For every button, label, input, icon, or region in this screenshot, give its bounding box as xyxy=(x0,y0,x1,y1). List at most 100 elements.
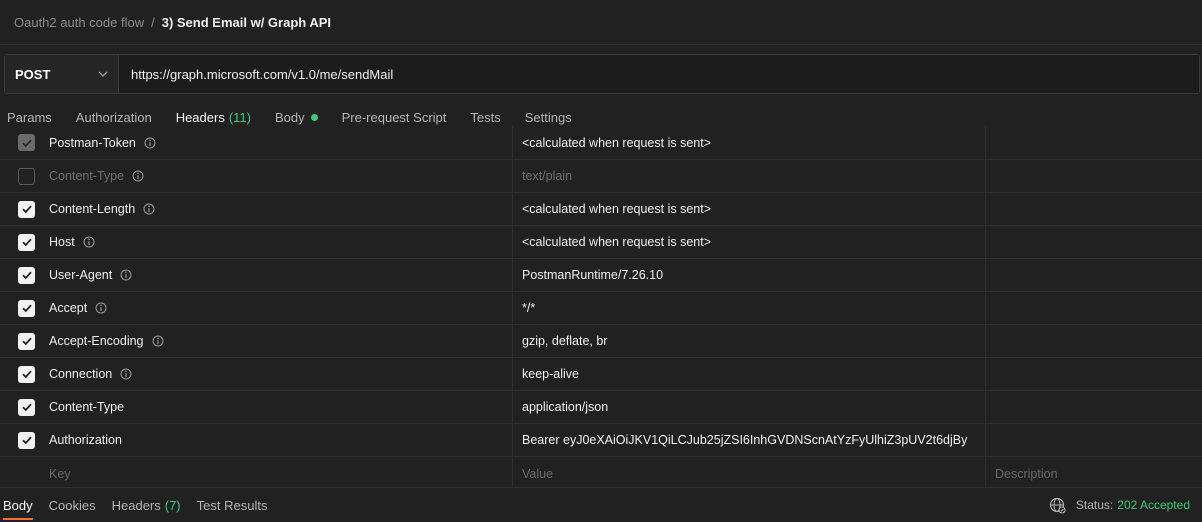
response-tab-headers[interactable]: Headers (7) xyxy=(104,488,189,522)
response-tab-body[interactable]: Body xyxy=(0,488,41,522)
tab-settings-label: Settings xyxy=(524,109,572,125)
tab-headers-label: Headers xyxy=(175,109,225,125)
response-tab-test-results-label: Test Results xyxy=(196,497,268,513)
response-tab-test-results[interactable]: Test Results xyxy=(189,488,276,522)
value-placeholder: Value xyxy=(522,466,554,481)
header-enable-checkbox[interactable] xyxy=(18,233,35,251)
header-row: Host <calculated when request is sent> xyxy=(0,226,1202,259)
header-key-cell[interactable]: Connection xyxy=(0,358,513,390)
header-enable-checkbox[interactable] xyxy=(18,200,35,218)
header-value[interactable]: text/plain xyxy=(513,160,986,192)
header-description-cell[interactable] xyxy=(986,391,1202,423)
header-value[interactable]: <calculated when request is sent> xyxy=(513,193,986,225)
info-icon[interactable] xyxy=(83,236,95,248)
header-row: Connection keep-alive xyxy=(0,358,1202,391)
status-label: Status: xyxy=(1075,498,1114,512)
status-badge[interactable]: 202 Accepted xyxy=(1117,498,1190,512)
header-key-cell[interactable]: Host xyxy=(0,226,513,258)
new-description-input[interactable]: Description xyxy=(986,457,1202,487)
header-description-cell[interactable] xyxy=(986,226,1202,258)
header-key-cell[interactable]: Postman-Token xyxy=(0,126,513,159)
info-icon[interactable] xyxy=(120,269,132,281)
response-tab-cookies-label: Cookies xyxy=(48,497,96,513)
header-enable-checkbox[interactable] xyxy=(18,167,35,185)
header-row: Content-Type application/json xyxy=(0,391,1202,424)
header-enable-checkbox[interactable] xyxy=(18,299,35,317)
request-name[interactable]: 3) Send Email w/ Graph API xyxy=(162,15,331,30)
header-enable-checkbox[interactable] xyxy=(18,431,35,449)
body-indicator-dot xyxy=(310,113,318,121)
breadcrumb-collection[interactable]: Oauth2 auth code flow xyxy=(14,15,144,30)
header-row: User-Agent PostmanRuntime/7.26.10 xyxy=(0,259,1202,292)
header-key: Accept xyxy=(49,301,88,315)
response-tabs: Body Cookies Headers (7) Test Results St… xyxy=(0,487,1202,522)
header-key-cell[interactable]: Content-Length xyxy=(0,193,513,225)
header-key: Authorization xyxy=(49,433,122,447)
header-key-cell[interactable]: Accept xyxy=(0,292,513,324)
globe-network-icon[interactable] xyxy=(1049,497,1066,514)
header-description-cell[interactable] xyxy=(986,325,1202,357)
method-label: POST xyxy=(15,66,51,82)
info-icon[interactable] xyxy=(143,203,155,215)
header-key-cell[interactable]: Content-Type xyxy=(0,391,513,423)
header-description-cell[interactable] xyxy=(986,292,1202,324)
header-row: Content-Length <calculated when request i… xyxy=(0,193,1202,226)
method-select[interactable]: POST xyxy=(5,55,119,93)
header-description-cell[interactable] xyxy=(986,193,1202,225)
header-description-cell[interactable] xyxy=(986,160,1202,192)
tab-authorization-label: Authorization xyxy=(75,109,152,125)
request-url-bar: POST xyxy=(4,54,1200,94)
header-value[interactable]: Bearer eyJ0eXAiOiJKV1QiLCJub25jZSI6InhGV… xyxy=(513,424,986,456)
header-key-cell[interactable]: Content-Type xyxy=(0,160,513,192)
info-icon[interactable] xyxy=(120,368,132,380)
response-tab-body-label: Body xyxy=(3,497,33,513)
response-tab-cookies[interactable]: Cookies xyxy=(41,488,104,522)
header-enable-checkbox[interactable] xyxy=(18,365,35,383)
new-header-row: Key Value Description xyxy=(0,457,1202,487)
header-key: Content-Length xyxy=(49,202,136,216)
header-enable-checkbox[interactable] xyxy=(18,266,35,284)
header-key: Host xyxy=(49,235,75,249)
tab-prerequest-label: Pre-request Script xyxy=(341,109,447,125)
header-row: Accept-Encoding gzip, deflate, br xyxy=(0,325,1202,358)
tab-params-label: Params xyxy=(7,109,52,125)
chevron-down-icon xyxy=(98,71,108,77)
url-input[interactable] xyxy=(119,55,1199,93)
tab-tests-label: Tests xyxy=(470,109,501,125)
header-key: User-Agent xyxy=(49,268,113,282)
header-row: Postman-Token <calculated when request is… xyxy=(0,126,1202,160)
header-value[interactable]: */* xyxy=(513,292,986,324)
header-row: Authorization Bearer eyJ0eXAiOiJKV1QiLCJu… xyxy=(0,424,1202,457)
info-icon[interactable] xyxy=(132,170,144,182)
new-value-input[interactable]: Value xyxy=(513,457,986,487)
info-icon[interactable] xyxy=(152,335,164,347)
response-status: Status: 202 Accepted xyxy=(1049,488,1202,522)
header-key-cell[interactable]: Accept-Encoding xyxy=(0,325,513,357)
header-key-cell[interactable]: Authorization xyxy=(0,424,513,456)
header-description-cell[interactable] xyxy=(986,358,1202,390)
key-placeholder: Key xyxy=(49,466,71,481)
header-value[interactable]: gzip, deflate, br xyxy=(513,325,986,357)
header-row: Accept */* xyxy=(0,292,1202,325)
info-icon[interactable] xyxy=(144,137,156,149)
header-key: Accept-Encoding xyxy=(49,334,144,348)
header-key: Content-Type xyxy=(49,400,125,414)
headers-table: Postman-Token <calculated when request is… xyxy=(0,126,1202,487)
header-value[interactable]: <calculated when request is sent> xyxy=(513,126,986,159)
header-description-cell[interactable] xyxy=(986,259,1202,291)
header-value[interactable]: keep-alive xyxy=(513,358,986,390)
header-description-cell[interactable] xyxy=(986,126,1202,159)
header-row: Content-Type text/plain xyxy=(0,160,1202,193)
header-enable-checkbox[interactable] xyxy=(18,332,35,350)
header-key-cell[interactable]: User-Agent xyxy=(0,259,513,291)
info-icon[interactable] xyxy=(95,302,107,314)
header-enable-checkbox[interactable] xyxy=(18,398,35,416)
header-value[interactable]: PostmanRuntime/7.26.10 xyxy=(513,259,986,291)
header-value[interactable]: <calculated when request is sent> xyxy=(513,226,986,258)
new-key-input[interactable]: Key xyxy=(0,457,513,487)
tab-body-label: Body xyxy=(274,109,305,125)
header-description-cell[interactable] xyxy=(986,424,1202,456)
breadcrumb: Oauth2 auth code flow / 3) Send Email w/… xyxy=(0,0,1202,45)
header-value[interactable]: application/json xyxy=(513,391,986,423)
headers-count-badge: (11) xyxy=(228,109,251,125)
